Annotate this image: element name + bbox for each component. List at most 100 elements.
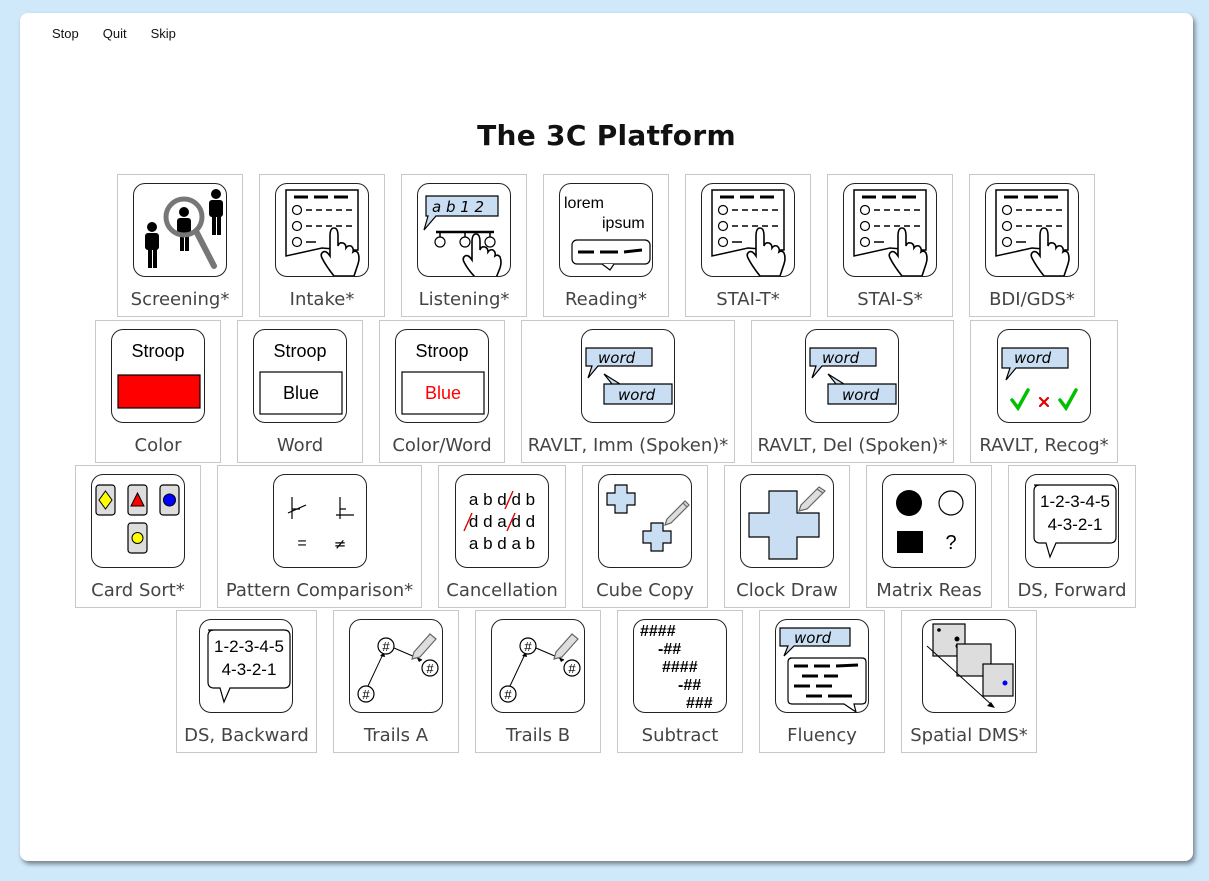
task-label: Color xyxy=(134,435,182,456)
node-hash: # xyxy=(524,639,532,654)
task-card-ds-backward[interactable]: 1-2-3-4-5 4-3-2-1 DS, Backward xyxy=(176,610,317,753)
task-label: Matrix Reas xyxy=(876,580,982,601)
task-card-pattern-comparison[interactable]: = ≠ Pattern Comparison* xyxy=(217,465,422,608)
task-card-clock-draw[interactable]: Clock Draw xyxy=(724,465,850,608)
trails-nodes-pencil-icon: # # # xyxy=(349,619,443,713)
stroop-color-icon: Stroop xyxy=(111,329,205,423)
task-card-screening[interactable]: Screening* xyxy=(117,174,243,317)
task-row-1: Screening* Intake* a b 1 2 Listening* lo… xyxy=(117,174,1095,317)
top-menu: Stop Quit Skip xyxy=(40,25,188,43)
task-card-listening[interactable]: a b 1 2 Listening* xyxy=(401,174,527,317)
task-card-spatial-dms[interactable]: Spatial DMS* xyxy=(901,610,1037,753)
task-label: DS, Backward xyxy=(184,725,309,746)
bubble-word: word xyxy=(842,386,880,404)
form-checklist-hand-icon xyxy=(275,183,369,277)
stroop-word-icon: Stroop Blue xyxy=(253,329,347,423)
task-label: Cube Copy xyxy=(596,580,694,601)
pattern-comparison-icon: = ≠ xyxy=(273,474,367,568)
task-card-cancellation[interactable]: a b d d b d d a d d a b d a b Cancellati… xyxy=(438,465,566,608)
reading-text-2: ipsum xyxy=(602,215,645,232)
bubble-word: word xyxy=(794,629,832,647)
stroop-word: Blue xyxy=(283,383,319,403)
subtract-hashes-icon: #### -## #### -## ### xyxy=(633,619,727,713)
task-label: Cancellation xyxy=(446,580,558,601)
task-label: Intake* xyxy=(289,289,355,310)
digits-line: 4-3-2-1 xyxy=(1048,515,1103,534)
task-card-bdi-gds[interactable]: BDI/GDS* xyxy=(969,174,1095,317)
word-speech-bubbles-icon: word word xyxy=(581,329,675,423)
task-label: Word xyxy=(276,435,324,456)
word-recognition-checks-icon: word xyxy=(997,329,1091,423)
task-card-stroop-color[interactable]: Stroop Color xyxy=(95,320,221,463)
digit-span-speech-icon: 1-2-3-4-5 4-3-2-1 xyxy=(1025,474,1119,568)
reading-text-icon: lorem ipsum xyxy=(559,183,653,277)
task-label: BDI/GDS* xyxy=(989,289,1075,310)
card-sort-shapes-icon xyxy=(91,474,185,568)
node-hash: # xyxy=(362,687,370,702)
subtract-line: ### xyxy=(686,695,713,712)
page-title: The 3C Platform xyxy=(477,119,736,152)
subtract-line: #### xyxy=(662,659,698,676)
letters-line: a b d d b xyxy=(469,490,535,509)
task-label: Listening* xyxy=(418,289,510,310)
task-card-ravlt-recog[interactable]: word RAVLT, Recog* xyxy=(970,320,1118,463)
quit-button[interactable]: Quit xyxy=(91,25,139,43)
node-hash: # xyxy=(382,639,390,654)
trails-nodes-pencil-icon: # # # xyxy=(491,619,585,713)
node-hash: # xyxy=(426,661,434,676)
task-label: STAI-T* xyxy=(716,289,780,310)
task-card-stroop-word[interactable]: Stroop Blue Word xyxy=(237,320,363,463)
word-speech-bubbles-icon: word word xyxy=(805,329,899,423)
form-checklist-hand-icon xyxy=(701,183,795,277)
task-card-subtract[interactable]: #### -## #### -## ### Subtract xyxy=(617,610,743,753)
main-panel: Stop Quit Skip The 3C Platform Screening… xyxy=(20,13,1193,861)
task-card-reading[interactable]: lorem ipsum Reading* xyxy=(543,174,669,317)
task-label: Subtract xyxy=(641,725,719,746)
task-label: RAVLT, Del (Spoken)* xyxy=(757,435,948,456)
question-mark: ? xyxy=(945,532,956,554)
task-card-ds-forward[interactable]: 1-2-3-4-5 4-3-2-1 DS, Forward xyxy=(1008,465,1136,608)
node-hash: # xyxy=(504,687,512,702)
task-label: Spatial DMS* xyxy=(910,725,1028,746)
task-label: Color/Word xyxy=(392,435,492,456)
screening-magnifier-people-icon xyxy=(133,183,227,277)
listening-text: a b 1 2 xyxy=(432,198,484,216)
fluency-word-speech-icon: word xyxy=(775,619,869,713)
letters-line: a b d a b xyxy=(469,534,535,553)
task-card-trails-b[interactable]: # # # Trails B xyxy=(475,610,601,753)
stroop-title: Stroop xyxy=(273,341,326,361)
cube-copy-pencil-icon xyxy=(598,474,692,568)
task-card-trails-a[interactable]: # # # Trails A xyxy=(333,610,459,753)
not-equal-sign: ≠ xyxy=(334,535,347,553)
task-card-fluency[interactable]: word Fluency xyxy=(759,610,885,753)
task-card-stai-s[interactable]: STAI-S* xyxy=(827,174,953,317)
equal-sign: = xyxy=(297,535,306,552)
task-label: Pattern Comparison* xyxy=(225,580,414,601)
skip-button[interactable]: Skip xyxy=(139,25,188,43)
matrix-reasoning-shapes-icon: ? xyxy=(882,474,976,568)
task-label: Clock Draw xyxy=(736,580,838,601)
task-card-ravlt-imm[interactable]: word word RAVLT, Imm (Spoken)* xyxy=(521,320,735,463)
digits-line: 4-3-2-1 xyxy=(222,660,277,679)
listening-speech-options-icon: a b 1 2 xyxy=(417,183,511,277)
task-card-stai-t[interactable]: STAI-T* xyxy=(685,174,811,317)
task-card-ravlt-del[interactable]: word word RAVLT, Del (Spoken)* xyxy=(751,320,954,463)
stop-button[interactable]: Stop xyxy=(40,25,91,43)
task-label: Card Sort* xyxy=(91,580,185,601)
task-row-3: Card Sort* = ≠ Pattern Comparison* a b d… xyxy=(75,465,1136,608)
task-card-stroop-colorword[interactable]: Stroop Blue Color/Word xyxy=(379,320,505,463)
spatial-dms-squares-icon xyxy=(922,619,1016,713)
task-card-matrix-reas[interactable]: ? Matrix Reas xyxy=(866,465,992,608)
task-label: STAI-S* xyxy=(857,289,923,310)
task-label: DS, Forward xyxy=(1017,580,1127,601)
task-card-intake[interactable]: Intake* xyxy=(259,174,385,317)
task-card-cube-copy[interactable]: Cube Copy xyxy=(582,465,708,608)
task-card-card-sort[interactable]: Card Sort* xyxy=(75,465,201,608)
bubble-word: word xyxy=(1014,349,1052,367)
task-label: Reading* xyxy=(564,289,648,310)
task-row-4: 1-2-3-4-5 4-3-2-1 DS, Backward # # # Tra… xyxy=(176,610,1037,753)
form-checklist-hand-icon xyxy=(843,183,937,277)
subtract-line: -## xyxy=(658,641,681,658)
task-label: Trails B xyxy=(505,725,571,746)
digits-line: 1-2-3-4-5 xyxy=(1040,492,1110,511)
